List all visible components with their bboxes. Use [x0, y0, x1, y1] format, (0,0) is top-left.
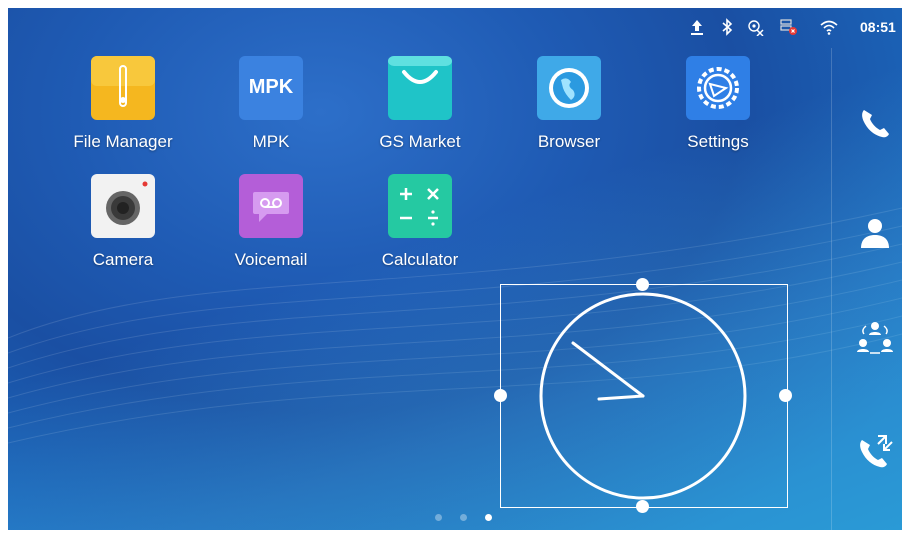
app-label: Voicemail [234, 250, 308, 269]
app-voicemail[interactable]: Voicemail [206, 174, 336, 270]
contacts-icon[interactable] [856, 214, 894, 252]
app-browser[interactable]: Browser [504, 56, 634, 152]
clock-widget-frame[interactable] [500, 284, 788, 508]
home-screen: 08:51 File Manager MPK MPK GS Market Bro… [8, 8, 902, 530]
account-blocked-icon [748, 20, 764, 36]
wifi-icon [820, 20, 838, 35]
app-gs-market[interactable]: GS Market [355, 56, 485, 152]
resize-handle-left[interactable] [494, 389, 507, 402]
page-dot-2[interactable] [460, 514, 467, 521]
app-label: File Manager [73, 132, 173, 151]
app-label: Calculator [381, 250, 459, 269]
camera-icon [91, 174, 155, 238]
app-label: Browser [537, 132, 601, 151]
resize-handle-top[interactable] [636, 278, 649, 291]
gs-market-icon [388, 56, 452, 120]
app-label: MPK [252, 132, 290, 151]
mpk-icon-text: MPK [248, 76, 294, 98]
page-dot-1[interactable] [435, 514, 442, 521]
app-label: GS Market [379, 132, 461, 151]
page-dot-3-active[interactable] [485, 514, 492, 521]
app-file-manager[interactable]: File Manager [58, 56, 188, 152]
app-camera[interactable]: Camera [58, 174, 188, 270]
resize-handle-bottom[interactable] [636, 500, 649, 513]
minute-hand [571, 341, 645, 398]
bluetooth-icon [722, 18, 733, 36]
status-time: 08:51 [860, 19, 896, 35]
call-history-icon[interactable] [856, 432, 894, 470]
resize-handle-right[interactable] [779, 389, 792, 402]
settings-icon [686, 56, 750, 120]
file-manager-icon [91, 56, 155, 120]
app-settings[interactable]: Settings [653, 56, 783, 152]
upload-icon [691, 20, 703, 35]
conference-icon[interactable] [856, 318, 894, 356]
mpk-icon: MPK [239, 56, 303, 120]
analog-clock [539, 292, 747, 500]
right-dock [831, 48, 902, 530]
calculator-icon [388, 174, 452, 238]
app-label: Settings [687, 132, 749, 151]
status-bar: 08:51 [8, 8, 902, 48]
app-label: Camera [92, 250, 154, 269]
phone-icon[interactable] [856, 104, 894, 142]
network-error-icon [780, 19, 797, 35]
app-calculator[interactable]: Calculator [355, 174, 485, 270]
browser-icon [537, 56, 601, 120]
voicemail-icon [239, 174, 303, 238]
hour-hand [597, 394, 645, 401]
app-mpk[interactable]: MPK MPK [206, 56, 336, 152]
